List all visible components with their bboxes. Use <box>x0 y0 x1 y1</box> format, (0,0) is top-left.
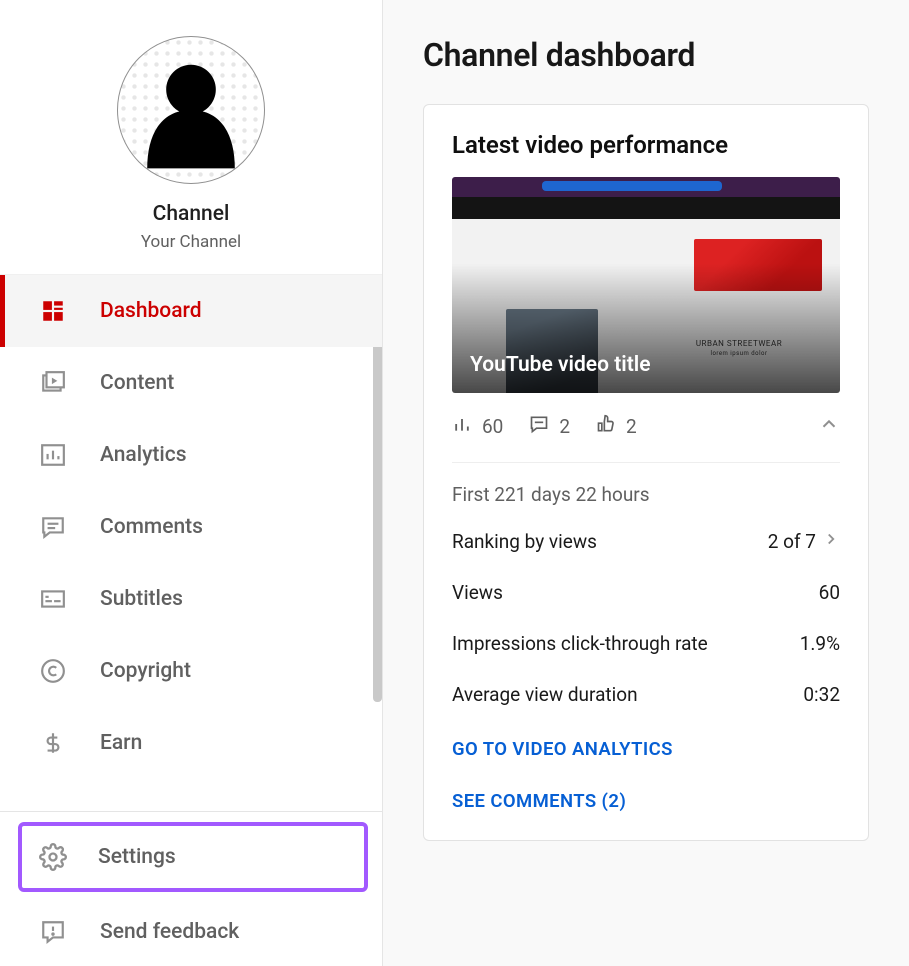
analytics-icon <box>38 440 68 470</box>
bar-chart-icon <box>452 414 472 439</box>
comments-icon <box>38 512 68 542</box>
thumbs-up-icon <box>596 414 616 439</box>
period-label: First 221 days 22 hours <box>452 463 840 516</box>
dashboard-icon <box>38 296 68 326</box>
stat-views[interactable]: 60 <box>452 414 503 439</box>
nav-item-content[interactable]: Content <box>0 347 382 419</box>
stat-value: 60 <box>482 415 503 438</box>
nav: Dashboard Content Analytics Comments Sub… <box>0 274 382 779</box>
nav-item-copyright[interactable]: Copyright <box>0 635 382 707</box>
go-to-analytics-link[interactable]: GO TO VIDEO ANALYTICS <box>452 720 840 764</box>
stat-value: 2 <box>626 415 637 438</box>
video-thumbnail[interactable]: URBAN STREETWEARlorem ipsum dolor YouTub… <box>452 177 840 393</box>
chevron-up-icon[interactable] <box>818 413 840 440</box>
metric-ranking[interactable]: Ranking by views 2 of 7 <box>452 516 840 567</box>
nav-label: Subtitles <box>100 587 183 611</box>
video-title: YouTube video title <box>470 353 651 377</box>
copyright-icon <box>38 656 68 686</box>
metric-value: 0:32 <box>803 683 840 706</box>
nav-item-earn[interactable]: Earn <box>0 707 382 779</box>
nav-label: Dashboard <box>100 299 202 323</box>
avatar[interactable] <box>117 36 265 184</box>
video-stat-row: 60 2 2 <box>452 393 840 463</box>
latest-video-card: Latest video performance URBAN STREETWEA… <box>423 104 869 841</box>
metric-ctr: Impressions click-through rate 1.9% <box>452 618 840 669</box>
chevron-right-icon <box>822 530 840 553</box>
metric-value: 60 <box>819 581 840 604</box>
card-title: Latest video performance <box>452 131 840 159</box>
settings-highlight: Settings <box>18 822 368 892</box>
subtitles-icon <box>38 584 68 614</box>
content-icon <box>38 368 68 398</box>
bottom-nav: Settings Send feedback <box>0 811 382 966</box>
feedback-icon <box>38 917 68 947</box>
comment-icon <box>529 414 549 439</box>
nav-label: Analytics <box>100 443 187 467</box>
metric-views: Views 60 <box>452 567 840 618</box>
nav-label: Earn <box>100 731 142 755</box>
metric-label: Average view duration <box>452 683 638 706</box>
earn-icon <box>38 728 68 758</box>
metric-label: Views <box>452 581 503 604</box>
nav-label: Comments <box>100 515 203 539</box>
stat-likes[interactable]: 2 <box>596 414 637 439</box>
nav-item-subtitles[interactable]: Subtitles <box>0 563 382 635</box>
channel-subtitle: Your Channel <box>141 232 241 252</box>
stat-comments[interactable]: 2 <box>529 414 570 439</box>
nav-label: Copyright <box>100 659 191 683</box>
channel-name: Channel <box>153 202 230 226</box>
metric-duration: Average view duration 0:32 <box>452 669 840 720</box>
nav-item-comments[interactable]: Comments <box>0 491 382 563</box>
nav-label: Content <box>100 371 174 395</box>
page-title: Channel dashboard <box>423 36 869 74</box>
main: Channel dashboard Latest video performan… <box>383 0 909 966</box>
gear-icon <box>38 842 68 872</box>
see-comments-link[interactable]: SEE COMMENTS (2) <box>452 764 840 816</box>
sidebar: Channel Your Channel Dashboard Content A… <box>0 0 383 966</box>
nav-label: Send feedback <box>100 920 239 944</box>
nav-label: Settings <box>98 845 176 869</box>
metric-label: Impressions click-through rate <box>452 632 708 655</box>
nav-item-feedback[interactable]: Send feedback <box>0 898 382 966</box>
stat-value: 2 <box>559 415 570 438</box>
nav-item-dashboard[interactable]: Dashboard <box>0 275 382 347</box>
nav-item-analytics[interactable]: Analytics <box>0 419 382 491</box>
metric-value: 2 of 7 <box>768 530 816 553</box>
metric-label: Ranking by views <box>452 530 597 553</box>
nav-item-settings[interactable]: Settings <box>22 826 364 888</box>
metric-value: 1.9% <box>800 632 840 655</box>
channel-header: Channel Your Channel <box>0 0 382 274</box>
